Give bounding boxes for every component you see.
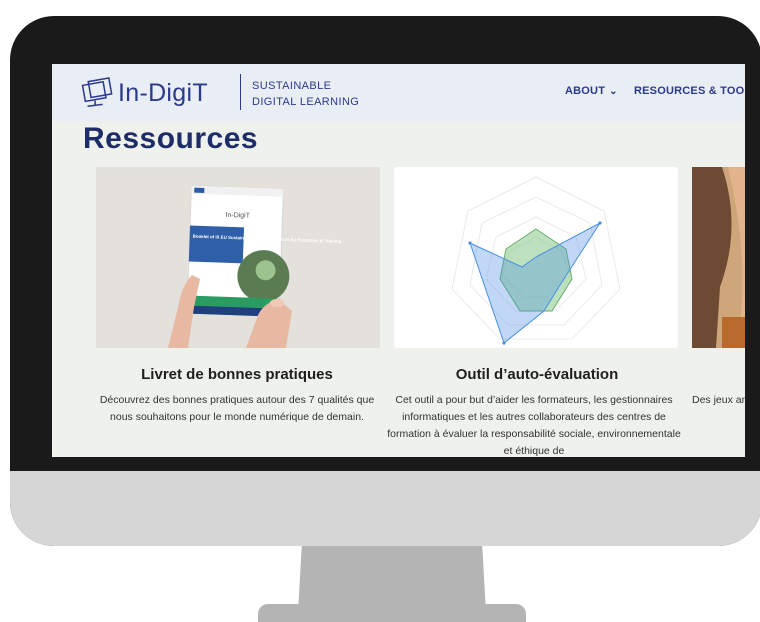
- logo-divider: [240, 74, 241, 110]
- radar-chart-image[interactable]: [394, 167, 678, 348]
- brand-tagline: SUSTAINABLE DIGITAL LEARNING: [252, 78, 359, 110]
- website-screen: In-DigiT SUSTAINABLE DIGITAL LEARNING AB…: [52, 64, 745, 457]
- monitor-stand-base: [258, 604, 526, 622]
- nav-resources[interactable]: RESOURCES & TOO: [634, 85, 744, 97]
- card-title-booklet[interactable]: Livret de bonnes pratiques: [92, 366, 382, 383]
- card-description-games: Des jeux améliorer le: [692, 394, 745, 406]
- monitor-frame: In-DigiT SUSTAINABLE DIGITAL LEARNING AB…: [10, 16, 760, 546]
- monitor-stand-neck: [298, 546, 486, 612]
- card-description-booklet: Découvrez des bonnes pratiques autour de…: [99, 394, 375, 423]
- nav-about-label: ABOUT: [565, 85, 606, 97]
- tagline-line-1: SUSTAINABLE: [252, 80, 332, 92]
- booklet-brand: In-DigiT: [225, 212, 250, 220]
- chevron-down-icon: ⌄: [609, 86, 618, 97]
- game-card-image[interactable]: [692, 167, 745, 348]
- card-description-self-assessment: Cet outil a pour but d’aider les formate…: [387, 394, 681, 457]
- tagline-line-2: DIGITAL LEARNING: [252, 96, 360, 108]
- booklet-image[interactable]: In-DigiT Booklet of IX EU Sustainable IT…: [96, 167, 380, 348]
- page-title: Ressources: [83, 122, 259, 155]
- monitor-logo-icon: [81, 77, 113, 108]
- nav-resources-label: RESOURCES & TOO: [634, 85, 745, 97]
- monitor-chin: [10, 471, 760, 546]
- card-title-self-assessment[interactable]: Outil d’auto-évaluation: [392, 366, 682, 383]
- site-logo[interactable]: In-DigiT: [78, 74, 208, 112]
- site-header: In-DigiT SUSTAINABLE DIGITAL LEARNING AB…: [52, 64, 745, 121]
- brand-name: In-DigiT: [118, 78, 208, 107]
- nav-about[interactable]: ABOUT ⌄: [565, 85, 618, 97]
